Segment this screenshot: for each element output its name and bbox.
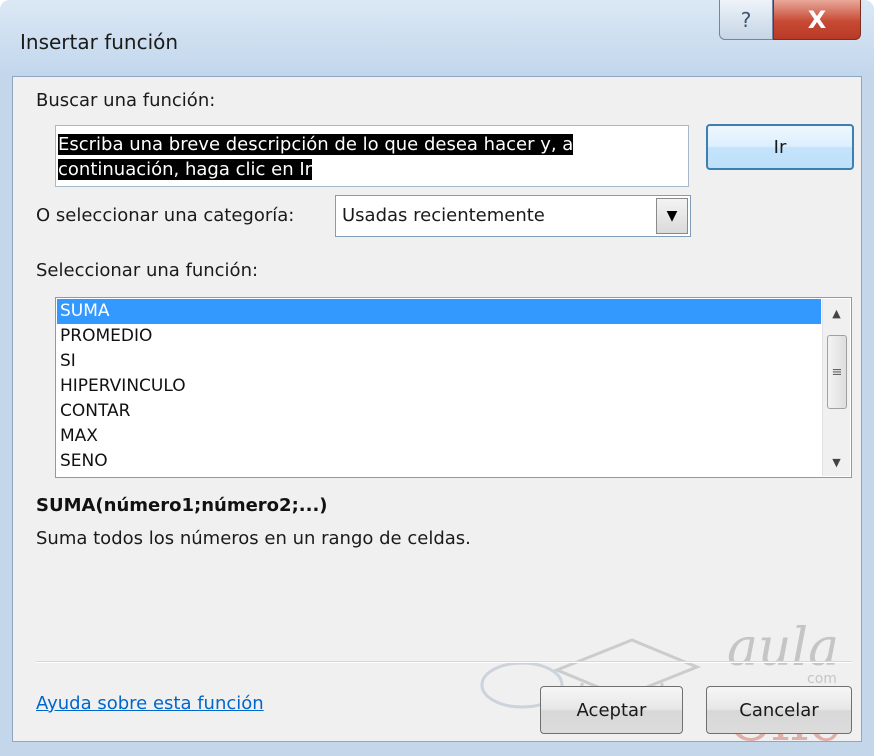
list-item-promedio[interactable]: PROMEDIO xyxy=(57,324,821,349)
list-item-seno[interactable]: SENO xyxy=(57,449,821,474)
category-label: O seleccionar una categoría: xyxy=(36,205,295,226)
go-button[interactable]: Ir xyxy=(706,124,854,170)
category-selected-value: Usadas recientemente xyxy=(342,205,545,226)
list-item-suma[interactable]: SUMA xyxy=(57,299,821,324)
cancel-button[interactable]: Cancelar xyxy=(706,686,852,734)
help-icon: ? xyxy=(740,7,752,32)
function-syntax: SUMA(número1;número2;...) xyxy=(36,495,328,516)
function-listbox[interactable]: SUMA PROMEDIO SI HIPERVINCULO CONTAR MAX… xyxy=(55,297,852,478)
ok-button[interactable]: Aceptar xyxy=(540,686,683,734)
list-item-contar[interactable]: CONTAR xyxy=(57,399,821,424)
help-link[interactable]: Ayuda sobre esta función xyxy=(36,693,264,714)
function-description: Suma todos los números en un rango de ce… xyxy=(36,528,471,549)
help-button[interactable]: ? xyxy=(719,0,773,40)
category-select[interactable]: Usadas recientemente ▼ xyxy=(335,195,691,237)
scrollbar-thumb[interactable]: ≡ xyxy=(827,335,847,409)
function-list-label: Seleccionar una función: xyxy=(36,260,259,281)
footer-divider xyxy=(36,661,852,663)
list-item-hipervinculo[interactable]: HIPERVINCULO xyxy=(57,374,821,399)
search-input-text: Escriba una breve descripción de lo que … xyxy=(58,134,574,180)
chevron-down-icon[interactable]: ▼ xyxy=(656,198,688,234)
list-item-max[interactable]: MAX xyxy=(57,424,821,449)
search-label: Buscar una función: xyxy=(36,90,216,111)
scroll-up-icon[interactable]: ▲ xyxy=(823,301,850,325)
close-icon: X xyxy=(807,5,827,34)
dialog-title: Insertar función xyxy=(20,30,179,54)
close-button[interactable]: X xyxy=(773,0,861,40)
title-bar[interactable]: Insertar función ? X xyxy=(0,0,874,76)
list-item-si[interactable]: SI xyxy=(57,349,821,374)
scroll-down-icon[interactable]: ▼ xyxy=(823,450,850,474)
search-input[interactable]: Escriba una breve descripción de lo que … xyxy=(55,125,689,187)
vertical-scrollbar[interactable]: ▲ ≡ ▼ xyxy=(822,299,850,476)
